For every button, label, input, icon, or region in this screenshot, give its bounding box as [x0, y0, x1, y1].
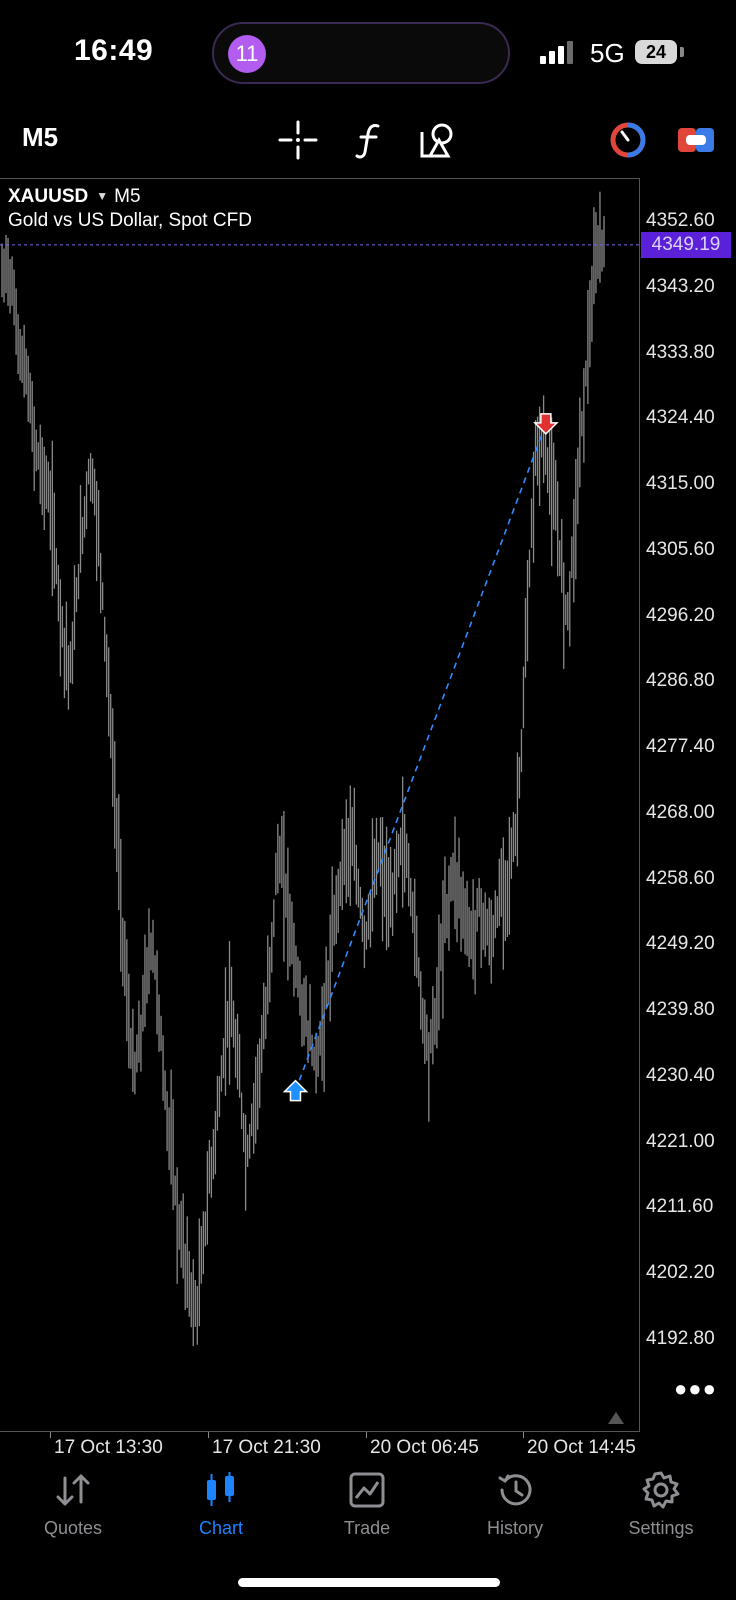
time-tick-mark — [366, 1432, 367, 1438]
notification-badge: 11 — [228, 35, 266, 73]
price-tick-label: 4277.40 — [646, 736, 715, 758]
time-tick-label: 20 Oct 14:45 — [527, 1437, 636, 1458]
time-tick-mark — [208, 1432, 209, 1438]
price-tick-label: 4352.60 — [646, 210, 715, 231]
price-tick-label: 4230.40 — [646, 1064, 715, 1086]
price-tick-label: 4192.80 — [646, 1328, 715, 1349]
timeframe-selector[interactable]: M5 — [22, 122, 58, 153]
chart-icon — [207, 1472, 234, 1506]
price-series — [1, 191, 605, 1347]
time-tick-label: 17 Oct 21:30 — [212, 1437, 321, 1458]
tab-label: Settings — [628, 1518, 694, 1538]
battery-nub — [680, 47, 684, 57]
trade-icon — [349, 1472, 385, 1508]
dynamic-island[interactable]: 11 — [212, 22, 510, 84]
history-icon — [498, 1474, 532, 1506]
tab-history[interactable]: History — [460, 1470, 570, 1539]
tab-settings[interactable]: Settings — [606, 1470, 716, 1539]
tab-label: History — [486, 1518, 543, 1538]
price-tick-label: 4343.20 — [646, 275, 715, 297]
price-tick-label: 4305.60 — [646, 538, 715, 560]
objects-icon[interactable] — [418, 120, 458, 160]
crosshair-icon[interactable] — [278, 120, 318, 160]
price-tick-label: 4249.20 — [646, 933, 715, 955]
settings-icon — [642, 1471, 680, 1509]
price-tick-label: 4296.20 — [646, 604, 715, 626]
price-tick-label: 4333.80 — [646, 341, 715, 363]
price-tick-label: 4239.80 — [646, 999, 715, 1021]
tab-quotes[interactable]: Quotes — [18, 1470, 128, 1539]
battery-indicator: 24 — [635, 40, 677, 64]
price-tick-label: 4324.40 — [646, 407, 715, 429]
quotes-icon — [56, 1474, 90, 1506]
price-tick-label: 4221.00 — [646, 1130, 715, 1152]
signal-right-icon[interactable] — [676, 120, 716, 160]
time-tick-mark — [523, 1432, 524, 1438]
tab-label: Trade — [343, 1518, 391, 1538]
price-tick-label: 4268.00 — [646, 801, 715, 823]
current-price-label: 4349.19 — [641, 231, 731, 258]
tab-trade[interactable]: Trade — [312, 1470, 422, 1539]
signal-left-icon[interactable] — [608, 120, 648, 160]
more-options-icon[interactable]: ●●● — [674, 1376, 717, 1402]
status-time: 16:49 — [74, 34, 154, 67]
price-tick-label: 4315.00 — [646, 473, 715, 495]
tab-chart[interactable]: Chart — [166, 1470, 276, 1539]
time-tick-label: 17 Oct 13:30 — [54, 1437, 163, 1458]
cellular-signal-icon — [540, 41, 573, 64]
tab-label: Chart — [198, 1518, 243, 1538]
price-tick-label: 4258.60 — [646, 867, 715, 889]
time-tick-mark — [50, 1432, 51, 1438]
price-tick-label: 4202.20 — [646, 1262, 715, 1284]
time-tick-label: 20 Oct 06:45 — [370, 1437, 479, 1458]
scroll-end-icon[interactable] — [608, 1412, 624, 1424]
tab-label: Quotes — [43, 1518, 103, 1538]
price-tick-label: 4211.60 — [646, 1196, 714, 1218]
network-type: 5G — [590, 38, 625, 68]
price-tick-label: 4286.80 — [646, 670, 715, 692]
price-chart[interactable] — [0, 178, 640, 1432]
home-indicator[interactable] — [238, 1578, 500, 1587]
buy-arrow-icon[interactable] — [282, 1079, 309, 1102]
indicators-icon[interactable] — [350, 120, 390, 160]
